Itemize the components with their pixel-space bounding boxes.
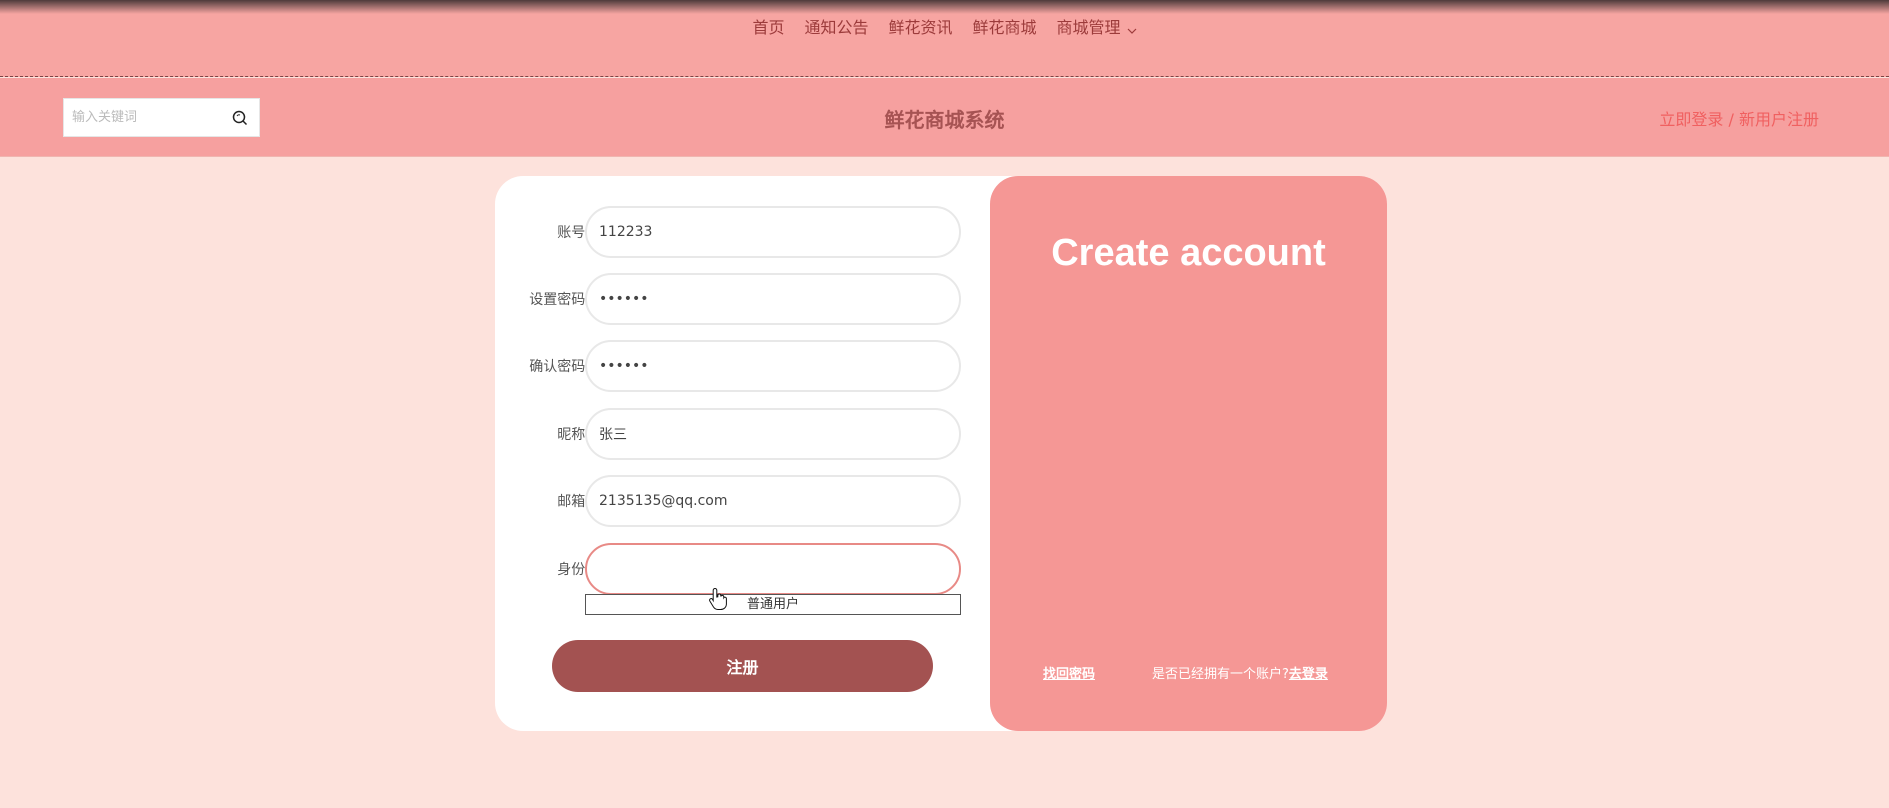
have-account-text: 是否已经拥有一个账户?去登录 [1152, 663, 1328, 682]
confirm-password-label: 确认密码: [529, 359, 590, 375]
nav-label: 鲜花商城 [972, 18, 1037, 37]
confirm-password-input[interactable]: •••••• [585, 340, 961, 392]
nav-label: 通知公告 [804, 18, 869, 37]
role-row: 身份: [495, 543, 990, 595]
top-nav-bar: 首页 通知公告 鲜花资讯 鲜花商城 商城管理 [0, 0, 1889, 77]
email-row: 邮箱: 2135135@qq.com [495, 475, 990, 527]
register-link[interactable]: 新用户注册 [1739, 110, 1819, 129]
password-row: 设置密码: •••••• [495, 273, 990, 325]
main-nav: 首页 通知公告 鲜花资讯 鲜花商城 商城管理 [0, 14, 1889, 38]
account-input[interactable]: 112233 [585, 206, 961, 258]
panel-title: Create account [1051, 232, 1326, 274]
nav-item-shop-admin[interactable]: 商城管理 [1057, 14, 1137, 38]
login-link[interactable]: 立即登录 / [1659, 110, 1733, 129]
create-account-panel: Create account 找回密码 是否已经拥有一个账户?去登录 [990, 176, 1387, 731]
hand-cursor-icon [708, 587, 728, 611]
site-header: 鲜花商城系统 立即登录 / 新用户注册 [0, 78, 1889, 157]
nav-item-notices[interactable]: 通知公告 [804, 14, 868, 38]
password-label: 设置密码: [529, 292, 590, 308]
chevron-down-icon [1127, 21, 1137, 34]
nav-item-shop[interactable]: 鲜花商城 [973, 14, 1037, 38]
account-row: 账号: 112233 [495, 206, 990, 258]
role-select[interactable] [585, 543, 961, 595]
go-login-link[interactable]: 去登录 [1289, 667, 1328, 682]
register-button[interactable]: 注册 [552, 640, 933, 692]
forgot-password-link[interactable]: 找回密码 [1043, 663, 1095, 682]
nav-label: 商城管理 [1056, 18, 1121, 37]
have-account-label: 是否已经拥有一个账户? [1152, 667, 1289, 682]
nav-item-home[interactable]: 首页 [752, 14, 784, 38]
nav-item-news[interactable]: 鲜花资讯 [888, 14, 952, 38]
site-title: 鲜花商城系统 [884, 108, 1005, 132]
email-input[interactable]: 2135135@qq.com [585, 475, 961, 527]
register-form: 账号: 112233 设置密码: •••••• 确认密码: •••••• 昵称:… [495, 176, 990, 731]
nav-label: 首页 [752, 18, 785, 37]
role-option-normal-user[interactable]: 普通用户 [585, 594, 961, 615]
nav-label: 鲜花资讯 [888, 18, 953, 37]
confirm-password-row: 确认密码: •••••• [495, 340, 990, 392]
nickname-input[interactable]: 张三 [585, 408, 961, 460]
nickname-row: 昵称: 张三 [495, 408, 990, 460]
auth-links: 立即登录 / 新用户注册 [1659, 106, 1819, 130]
register-card: 账号: 112233 设置密码: •••••• 确认密码: •••••• 昵称:… [495, 176, 1387, 731]
password-input[interactable]: •••••• [585, 273, 961, 325]
